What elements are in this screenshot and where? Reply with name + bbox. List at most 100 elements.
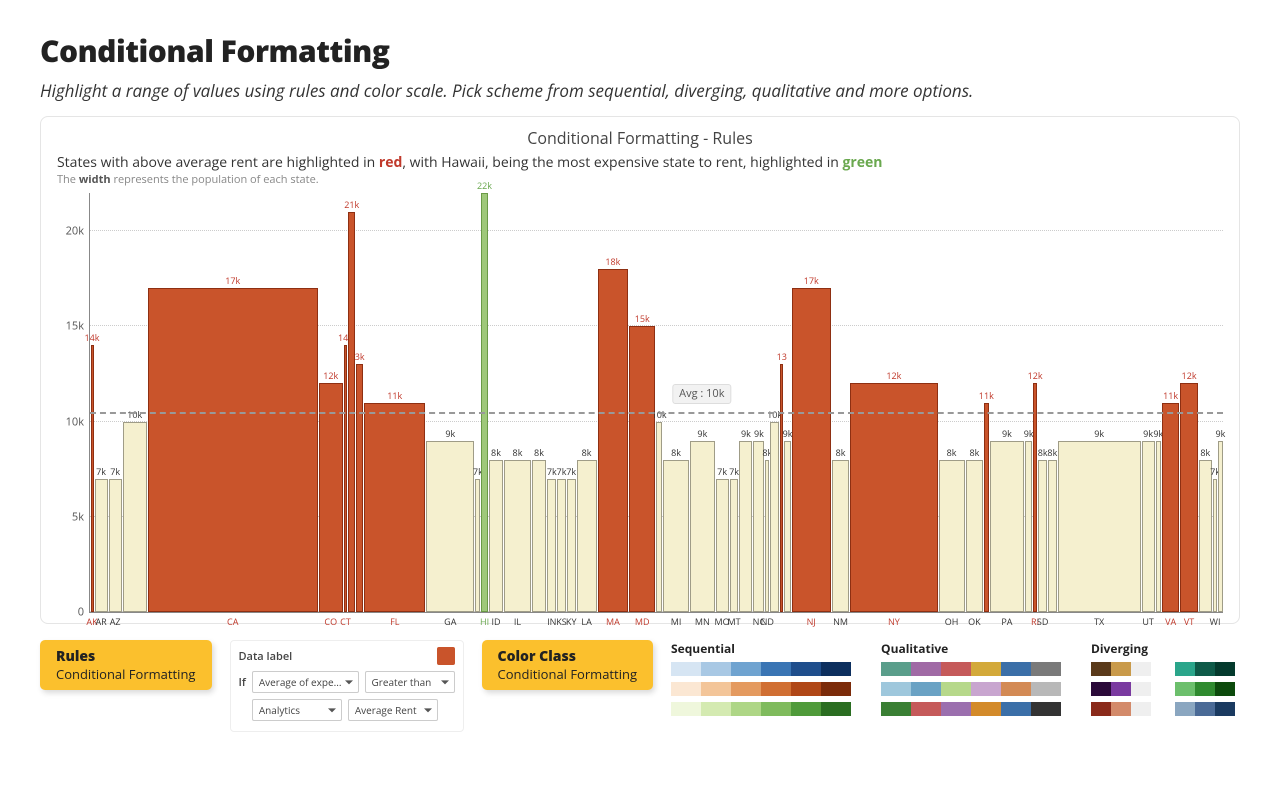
if-label: If [239,675,246,690]
panels-row: Rules Conditional Formatting Data label … [40,640,1240,732]
y-tick: 0 [52,605,84,620]
select-measure[interactable]: Average of expe... [252,671,359,693]
bar-value-label: 9k [697,427,707,440]
bar-value-label: 9k [1215,427,1225,440]
x-tick-label: OK [968,615,981,628]
bar-PA[interactable]: 9kPA [990,193,1025,612]
diverging-palettes [1091,662,1235,716]
bar-idx43[interactable]: 8k [1048,193,1057,612]
palette[interactable] [881,682,1061,696]
y-tick: 10k [52,414,84,429]
x-tick-label: IL [514,615,521,628]
bar-idx7[interactable]: 21k [348,193,355,612]
x-tick-label: GA [444,615,456,628]
bar-value-label: 17k [225,274,240,287]
x-tick-label: PA [1001,615,1012,628]
bar-HI[interactable]: 22kHI [481,193,487,612]
palette[interactable] [1175,682,1235,696]
bar-idx31[interactable]: 13 [780,193,783,612]
bar-IN[interactable]: 7kIN [547,193,556,612]
bar-idx32[interactable]: 9k [784,193,790,612]
bar-MA[interactable]: 18kMA [598,193,629,612]
bar-KS[interactable]: 7kKS [557,193,566,612]
palette[interactable] [881,702,1061,716]
bar-idx22[interactable]: 10k [656,193,662,612]
palette[interactable] [1175,662,1235,676]
palette[interactable] [671,682,851,696]
bar-VA[interactable]: 11kVA [1162,193,1179,612]
palette[interactable] [671,702,851,716]
bar-RI[interactable]: 12kRI [1033,193,1037,612]
bar-TX[interactable]: 9kTX [1058,193,1141,612]
data-label-color-swatch[interactable] [437,647,455,665]
bar-idx3[interactable]: 10k [123,193,147,612]
palette[interactable] [1091,682,1151,696]
bar-IL[interactable]: 8kIL [504,193,530,612]
x-tick-label: HI [480,615,489,628]
rules-pill[interactable]: Rules Conditional Formatting [40,640,212,690]
bar-value-label: 8k [947,446,957,459]
bar-SD[interactable]: 8kSD [1038,193,1047,612]
bar-idx11[interactable]: 7k [475,193,480,612]
bar-idx40[interactable]: 9k [1025,193,1032,612]
bar-OK[interactable]: 8kOK [966,193,983,612]
palette[interactable] [1091,662,1151,676]
bar-CA[interactable]: 17kCA [148,193,318,612]
bar-value-label: 9k [1002,427,1012,440]
palette[interactable] [881,662,1061,676]
bar-idx46[interactable]: 9k [1156,193,1161,612]
bar-GA[interactable]: 9kGA [426,193,474,612]
bar-NY[interactable]: 12kNY [850,193,937,612]
bar-ID[interactable]: 8kID [489,193,504,612]
select-operator[interactable]: Greater than [365,671,455,693]
bar-ND[interactable]: 8kND [765,193,769,612]
bar-KY[interactable]: 7kKY [567,193,576,612]
bar-NM[interactable]: 8kNM [832,193,849,612]
x-tick-label: NJ [807,615,816,628]
chart-sub-post: represents the population of each state. [111,172,319,187]
bar-value-label: 8k [1038,446,1048,459]
bar-AZ[interactable]: 7kAZ [109,193,122,612]
bar-CT[interactable]: 14kCT [344,193,347,612]
palette[interactable] [1091,702,1151,716]
page-title: Conditional Formatting [40,30,1240,71]
bar-idx8[interactable]: 3k [356,193,363,612]
x-tick-label: IN [547,615,556,628]
chart-sub-pre: The [57,172,79,187]
rules-pill-title: Rules [56,648,196,666]
bar-WI[interactable]: 7kWI [1213,193,1217,612]
palette[interactable] [1175,702,1235,716]
bar-AR[interactable]: 7kAR [95,193,108,612]
x-tick-label: LA [581,615,591,628]
bar-FL[interactable]: 11kFL [364,193,425,612]
bar-NJ[interactable]: 17kNJ [792,193,831,612]
bar-NC[interactable]: 9kNC [753,193,764,612]
bar-UT[interactable]: 9kUT [1142,193,1155,612]
bar-value-label: 3k [355,350,365,363]
bar-MT[interactable]: 7kMT [730,193,739,612]
bar-AK[interactable]: 14kAK [91,193,94,612]
bar-VT[interactable]: 12kVT [1180,193,1197,612]
bar-value-label: 8k [491,446,501,459]
bar-idx27[interactable]: 9k [739,193,752,612]
bar-idx51[interactable]: 9k [1218,193,1222,612]
colorclass-pill-subtitle: Conditional Formatting [498,665,638,683]
bar-idx38[interactable]: 11k [984,193,988,612]
bar-idx49[interactable]: 8k [1199,193,1212,612]
bar-idx15[interactable]: 8k [532,193,547,612]
bar-LA[interactable]: 8kLA [577,193,597,612]
bar-value-label: 7k [717,465,727,478]
select-source[interactable]: Analytics [252,699,342,721]
bar-idx30[interactable]: 10k [770,193,779,612]
chart-sub-bold: width [79,172,111,187]
colorclass-pill[interactable]: Color Class Conditional Formatting [482,640,654,690]
x-tick-label: CA [227,615,238,628]
palette[interactable] [671,662,851,676]
bar-value-label: 8k [671,446,681,459]
bar-OH[interactable]: 8kOH [939,193,965,612]
select-compare[interactable]: Average Rent [348,699,438,721]
chart-title: Conditional Formatting - Rules [51,127,1229,149]
bar-CO[interactable]: 12kCO [319,193,343,612]
bar-value-label: 15k [635,312,650,325]
bar-MD[interactable]: 15kMD [629,193,655,612]
